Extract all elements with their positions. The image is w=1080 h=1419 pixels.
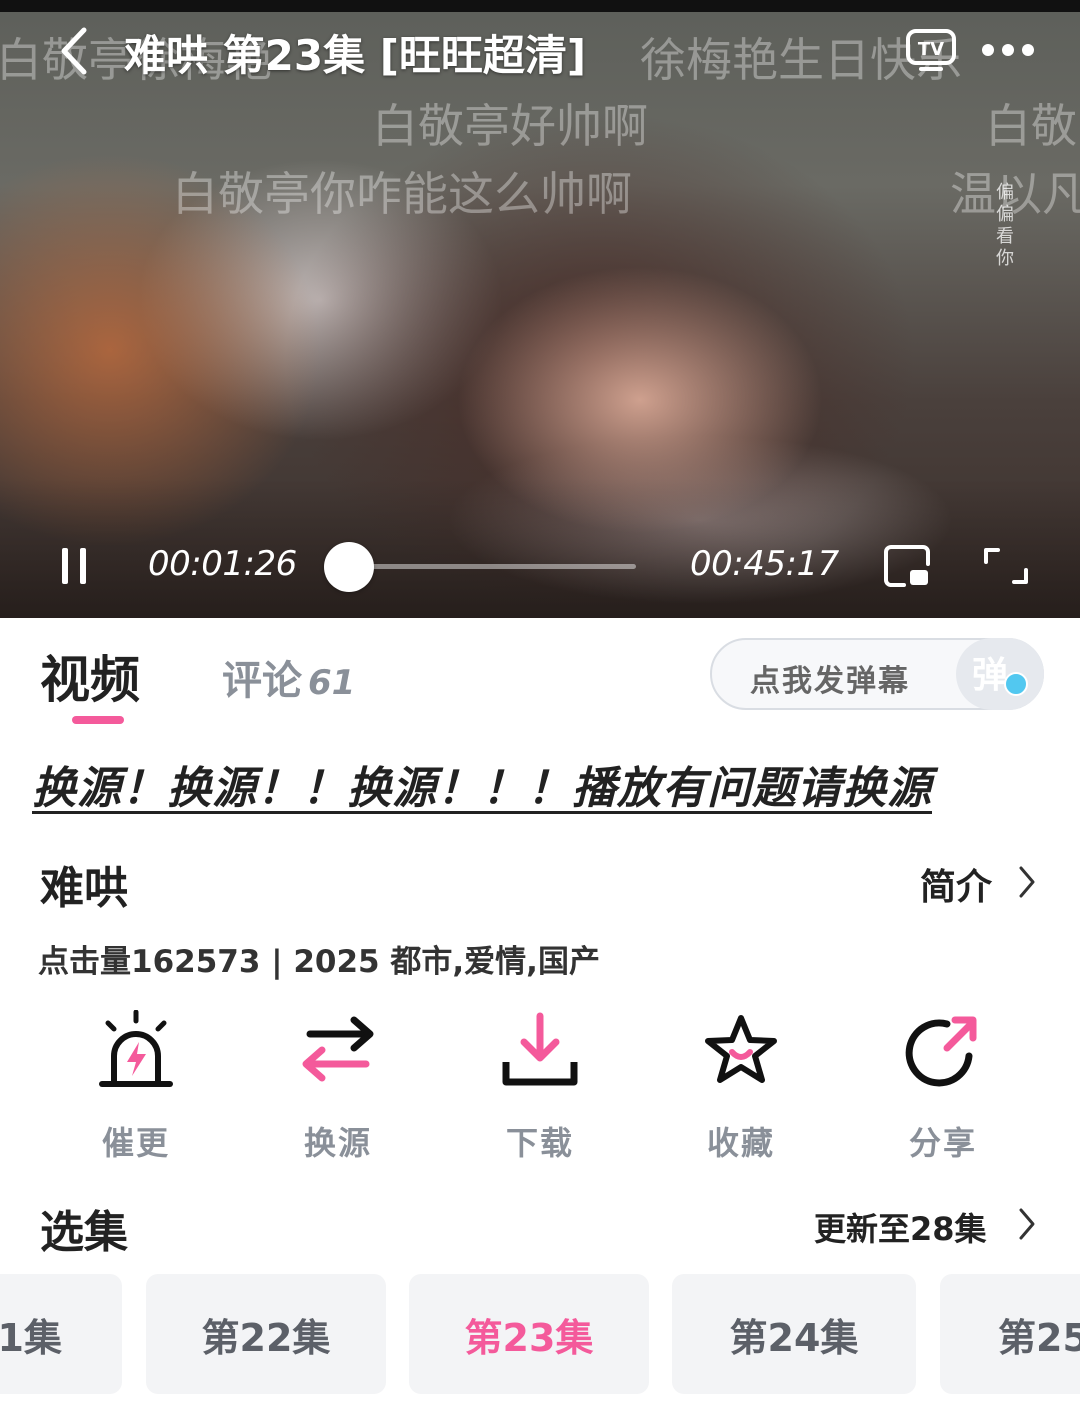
video-title: 难哄 第23集 [旺旺超清] <box>124 31 587 80</box>
video-player[interactable]: 白敬亭徐梅艳 徐梅艳生日快乐 白敬亭好帅啊 白敬 白敬亭你咋能这么帅啊 温以凡 … <box>0 0 1080 618</box>
pip-icon <box>884 545 930 587</box>
share-icon <box>905 1016 977 1087</box>
fullscreen-button[interactable] <box>980 544 1032 588</box>
alarm-icon <box>99 1010 173 1087</box>
episode-item[interactable]: 第25 <box>940 1274 1080 1394</box>
back-button[interactable] <box>50 18 100 84</box>
player-controls: 00:01:26 00:45:17 <box>0 530 1080 606</box>
switch-source-icon <box>302 1016 374 1082</box>
progress-bar[interactable] <box>324 542 636 592</box>
comments-count: 61 <box>308 663 356 703</box>
star-icon <box>705 1015 777 1083</box>
detail-tabs: 视频 评论 61 点我发弹幕 弹 <box>0 630 1080 730</box>
switch-source-notice[interactable]: 换源！换源！！换源！！！播放有问题请换源 <box>32 752 932 816</box>
tv-cast-icon: TV <box>906 29 956 71</box>
back-chevron-icon <box>61 27 87 75</box>
favorite-button[interactable]: 收藏 <box>671 1010 811 1162</box>
more-button[interactable] <box>980 34 1036 66</box>
svg-text:TV: TV <box>918 39 944 60</box>
chevron-right-icon[interactable] <box>1016 862 1038 902</box>
episodes-update-link[interactable]: 更新至28集 <box>814 1204 987 1250</box>
danmaku-text: 白敬 <box>985 99 1077 153</box>
episode-item-active[interactable]: 第23集 <box>409 1274 649 1394</box>
total-time: 00:45:17 <box>690 544 839 584</box>
fullscreen-icon <box>984 548 1028 584</box>
pip-button[interactable] <box>882 544 932 588</box>
episode-list[interactable]: 21集 第22集 第23集 第24集 第25 <box>0 1274 1080 1396</box>
action-label: 分享 <box>908 1124 977 1162</box>
show-meta: 点击量162573 | 2025 都市,爱情,国产 <box>38 944 600 980</box>
action-label: 催更 <box>101 1124 170 1162</box>
pause-icon <box>62 548 86 584</box>
tab-comments-label: 评论 <box>222 658 302 704</box>
share-button[interactable]: 分享 <box>873 1010 1013 1162</box>
chevron-right-icon[interactable] <box>1016 1204 1038 1244</box>
active-tab-indicator <box>72 716 124 724</box>
action-bar: 催更 换源 下载 收藏 分享 <box>0 1010 1080 1162</box>
episode-item[interactable]: 第24集 <box>672 1274 916 1394</box>
intro-link[interactable]: 简介 <box>920 858 992 910</box>
progress-handle[interactable] <box>324 542 375 592</box>
download-icon <box>502 1012 578 1086</box>
action-label: 下载 <box>505 1124 574 1162</box>
download-button[interactable]: 下载 <box>470 1010 610 1162</box>
episodes-title: 选集 <box>40 1207 128 1258</box>
danmaku-text: 白敬亭你咋能这么帅啊 <box>172 167 632 221</box>
switch-source-button[interactable]: 换源 <box>268 1010 408 1162</box>
danmaku-toggle-label: 弹 <box>972 655 1009 696</box>
episode-item[interactable]: 21集 <box>0 1274 122 1394</box>
tab-video[interactable]: 视频 <box>40 640 140 712</box>
player-top-bar: 难哄 第23集 [旺旺超清] TV <box>0 12 1080 92</box>
episode-item[interactable]: 第22集 <box>146 1274 386 1394</box>
danmaku-on-check-icon <box>1004 672 1028 696</box>
action-label: 收藏 <box>706 1124 775 1162</box>
show-title: 难哄 <box>40 863 128 914</box>
danmaku-input[interactable]: 点我发弹幕 弹 <box>710 638 1044 710</box>
danmaku-toggle[interactable]: 弹 <box>956 638 1044 710</box>
pause-button[interactable] <box>56 544 92 588</box>
more-dots-icon <box>982 44 1034 56</box>
current-time: 00:01:26 <box>148 544 297 584</box>
danmaku-input-placeholder: 点我发弹幕 <box>750 664 910 699</box>
tab-comments[interactable]: 评论 61 <box>222 648 355 706</box>
video-watermark: 偏偏看你 <box>996 182 1014 269</box>
action-label: 换源 <box>303 1124 372 1162</box>
urge-update-button[interactable]: 催更 <box>66 1010 206 1162</box>
danmaku-text: 白敬亭好帅啊 <box>372 99 648 153</box>
tv-cast-button[interactable]: TV <box>905 28 957 72</box>
